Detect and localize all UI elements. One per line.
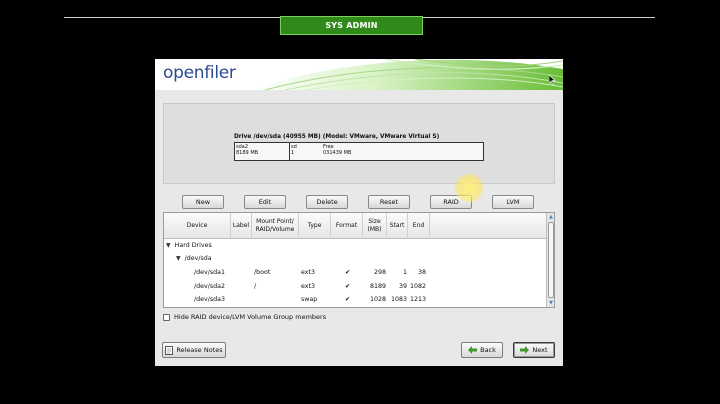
- installer-header: openfiler: [155, 59, 563, 90]
- segment-size: 1: [291, 150, 295, 156]
- cell-start: 1: [402, 269, 407, 276]
- cell-type: ext3: [301, 269, 315, 276]
- next-label: Next: [532, 346, 548, 354]
- column-header-size[interactable]: Size (MB): [363, 213, 387, 239]
- lvm-button[interactable]: LVM: [492, 195, 534, 209]
- column-header-device[interactable]: Device: [164, 213, 231, 239]
- back-button[interactable]: Back: [461, 342, 503, 358]
- top-divider-left: [64, 17, 280, 18]
- table-body: ▼ Hard Drives ▼ /dev/sda /dev/sda1 /boot…: [164, 239, 547, 307]
- cell-format-check: ✔: [345, 269, 351, 276]
- column-header-type[interactable]: Type: [299, 213, 331, 239]
- expand-arrow-icon[interactable]: ▼: [166, 242, 171, 249]
- column-header-end[interactable]: End: [408, 213, 430, 239]
- expand-arrow-icon[interactable]: ▼: [176, 255, 181, 262]
- cell-size: 298: [373, 269, 386, 276]
- back-label: Back: [480, 346, 496, 354]
- sys-admin-banner: SYS ADMIN: [280, 16, 423, 35]
- cell-start: 1083: [390, 296, 407, 303]
- back-arrow-icon: [468, 346, 478, 354]
- hide-raid-label: Hide RAID device/LVM Volume Group member…: [174, 313, 327, 321]
- table-row[interactable]: /dev/sda1 /boot ext3 ✔ 298 1 38: [164, 266, 547, 279]
- tree-row-dev-sda[interactable]: ▼ /dev/sda: [176, 252, 212, 265]
- next-arrow-icon: [520, 346, 530, 354]
- openfiler-logo: openfiler: [163, 63, 236, 83]
- column-header-label[interactable]: Label: [231, 213, 252, 239]
- hide-raid-option[interactable]: Hide RAID device/LVM Volume Group member…: [163, 313, 326, 321]
- cell-device: /dev/sda2: [194, 283, 225, 290]
- cell-end: 1213: [409, 296, 426, 303]
- cell-type: swap: [301, 296, 318, 303]
- click-highlight-halo: [454, 173, 484, 203]
- top-divider-right: [423, 17, 655, 18]
- scroll-up-arrow-icon[interactable]: ▲: [547, 213, 555, 221]
- cell-start: 39: [398, 283, 407, 290]
- hide-raid-checkbox[interactable]: [163, 313, 170, 321]
- segment-size: 031439 MB: [323, 150, 352, 156]
- cell-size: 1028: [369, 296, 386, 303]
- mouse-cursor-icon: [549, 75, 556, 85]
- cell-size: 8189: [369, 283, 386, 290]
- cell-end: 38: [417, 269, 426, 276]
- cell-format-check: ✔: [345, 296, 351, 303]
- table-row[interactable]: /dev/sda2 / ext3 ✔ 8189 39 1082: [164, 280, 547, 293]
- drive-map-panel: Drive /dev/sda (40955 MB) (Model: VMware…: [163, 103, 555, 184]
- segment-size: 8189 MB: [236, 150, 259, 156]
- drive-partition-bar[interactable]: sda2 8189 MB sd 1 Free 031439 MB: [234, 142, 484, 161]
- tree-row-hard-drives[interactable]: ▼ Hard Drives: [166, 239, 212, 252]
- partition-segment-sda2[interactable]: sda2 8189 MB: [235, 143, 290, 160]
- release-notes-label: Release Notes: [176, 346, 223, 354]
- cell-format-check: ✔: [345, 283, 351, 290]
- table-header: Device Label Mount Point/ RAID/Volume Ty…: [164, 213, 547, 239]
- column-header-start[interactable]: Start: [387, 213, 408, 239]
- cell-mount: /: [254, 283, 257, 290]
- cell-type: ext3: [301, 283, 315, 290]
- cell-end: 1082: [409, 283, 426, 290]
- delete-partition-button[interactable]: Delete: [306, 195, 348, 209]
- document-icon: [165, 345, 174, 355]
- partition-segment-sd[interactable]: sd 1: [290, 143, 322, 160]
- reset-partition-button[interactable]: Reset: [368, 195, 410, 209]
- scroll-down-arrow-icon[interactable]: ▼: [547, 299, 555, 307]
- cell-mount: /boot: [254, 269, 271, 276]
- partition-table: Device Label Mount Point/ RAID/Volume Ty…: [163, 212, 555, 308]
- table-row[interactable]: /dev/sda3 swap ✔ 1028 1083 1213: [164, 293, 547, 306]
- drive-title: Drive /dev/sda (40955 MB) (Model: VMware…: [234, 134, 440, 140]
- release-notes-button[interactable]: Release Notes: [162, 342, 226, 358]
- new-partition-button[interactable]: New: [182, 195, 224, 209]
- installer-window: openfiler Drive /dev/sda (40955 MB) (Mod…: [155, 59, 563, 366]
- next-button[interactable]: Next: [513, 342, 555, 358]
- cell-device: /dev/sda3: [194, 296, 225, 303]
- group-label: Hard Drives: [174, 242, 212, 249]
- cell-device: /dev/sda1: [194, 269, 225, 276]
- column-header-format[interactable]: Format: [331, 213, 363, 239]
- partition-segment-free[interactable]: Free 031439 MB: [322, 143, 483, 160]
- scroll-thumb[interactable]: [548, 222, 554, 298]
- group-label: /dev/sda: [184, 255, 212, 262]
- column-header-mount[interactable]: Mount Point/ RAID/Volume: [252, 213, 299, 239]
- table-scrollbar[interactable]: ▲ ▼: [546, 213, 554, 307]
- edit-partition-button[interactable]: Edit: [244, 195, 286, 209]
